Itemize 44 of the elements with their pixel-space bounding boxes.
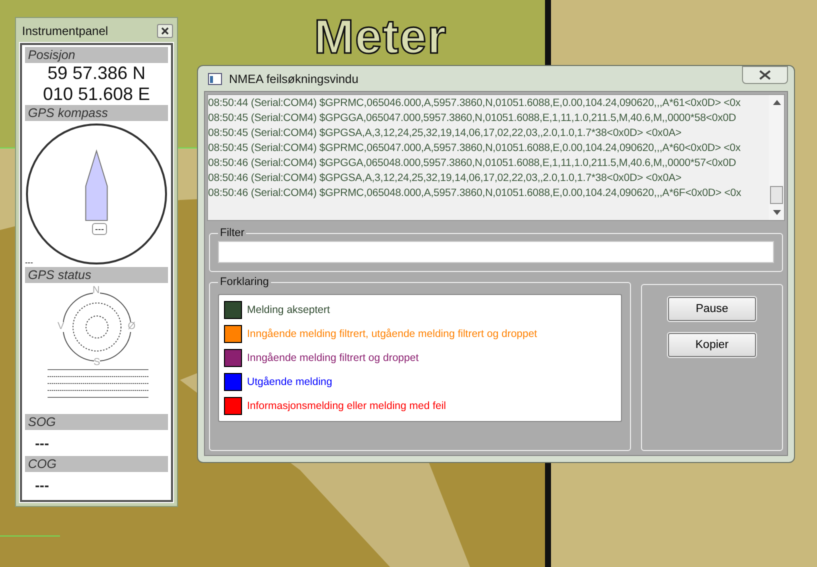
window-icon <box>208 72 222 84</box>
log-line: 08:50:44 (Serial:COM4) $GPRMC,065046.000,A,5957.3860,N,01051.6088,E,0.00,104.24,090620,,,A*61<0x0D> <0x <box>208 96 742 111</box>
section-header: GPS status <box>25 267 168 283</box>
action-button[interactable]: Pause <box>668 297 756 321</box>
close-icon <box>759 70 771 80</box>
filter-input-field[interactable] <box>218 241 774 263</box>
log-line: 08:50:45 (Serial:COM4) $GPRMC,065047.000,A,5957.3860,N,01051.6088,E,0.00,104.24,090620,,,A*60<0x0D> <0x <box>208 141 742 156</box>
direction-label: Ø <box>128 322 136 332</box>
cog-value: --- <box>34 476 50 495</box>
scroll-down-icon <box>772 210 780 215</box>
compass-value: --- <box>25 259 33 267</box>
section-header: Posisjon <box>25 47 168 63</box>
section-header: COG <box>25 456 168 472</box>
scroll-up-icon <box>772 100 780 105</box>
log-line: 08:50:46 (Serial:COM4) $GPGGA,065048.000,5957.3860,N,01051.6088,E,1,11,1.0,211.5,M,40.6,M,,0000*57<0x0D <box>208 156 738 171</box>
log-line: 08:50:46 (Serial:COM4) $GPRMC,065048.000,A,5957.3860,N,01051.6088,E,0.00,104.24,090620,,,A*6F<0x0D> <0x <box>208 186 742 201</box>
direction-label: V <box>58 322 64 332</box>
close-button[interactable] <box>742 66 788 84</box>
legend-text: Utgående melding <box>247 376 332 388</box>
close-button[interactable] <box>157 24 173 38</box>
legend-text: Melding akseptert <box>247 304 330 316</box>
legend-text: Inngående melding filtrert, utgående melding filtrert og droppet <box>247 328 538 340</box>
legend-text: Informasjonsmelding eller melding med feil <box>247 400 446 412</box>
group-label: Filter <box>219 227 246 239</box>
action-button[interactable]: Kopier <box>668 333 756 357</box>
close-icon <box>161 26 169 34</box>
direction-label: S <box>94 358 100 368</box>
compass-needle-label: --- <box>92 223 107 235</box>
window-title: NMEA feilsøkningsvindu <box>229 72 358 86</box>
log-line: 08:50:45 (Serial:COM4) $GPGSA,A,3,12,24,25,32,19,14,06,17,02,22,03,,2.0,1.0,1.7*38<0x0D> <0x0A> <box>208 126 682 141</box>
section-header: SOG <box>25 414 168 430</box>
group-label: Forklaring <box>219 276 270 288</box>
legend-text: Inngående melding filtrert og droppet <box>247 352 419 364</box>
position-value: 59 57.386 N <box>46 63 147 84</box>
sog-value: --- <box>34 434 50 453</box>
direction-label: N <box>92 286 100 296</box>
log-line: 08:50:46 (Serial:COM4) $GPGSA,A,3,12,24,25,32,19,14,06,17,02,22,03,,2.0,1.0,1.7*38<0x0D> <0x0A> <box>208 171 682 186</box>
position-value: 010 51.608 E <box>42 84 152 105</box>
log-line: 08:50:45 (Serial:COM4) $GPGGA,065047.000,5957.3860,N,01051.6088,E,1,11,1.0,211.5,M,40.6,M,,0000*58<0x0D <box>208 111 738 126</box>
section-header: GPS kompass <box>25 105 168 121</box>
scroll-thumb[interactable] <box>770 186 783 204</box>
map-label: Meter <box>314 14 448 62</box>
window-title: Instrumentpanel <box>22 24 108 38</box>
scrollbar[interactable] <box>769 95 784 220</box>
